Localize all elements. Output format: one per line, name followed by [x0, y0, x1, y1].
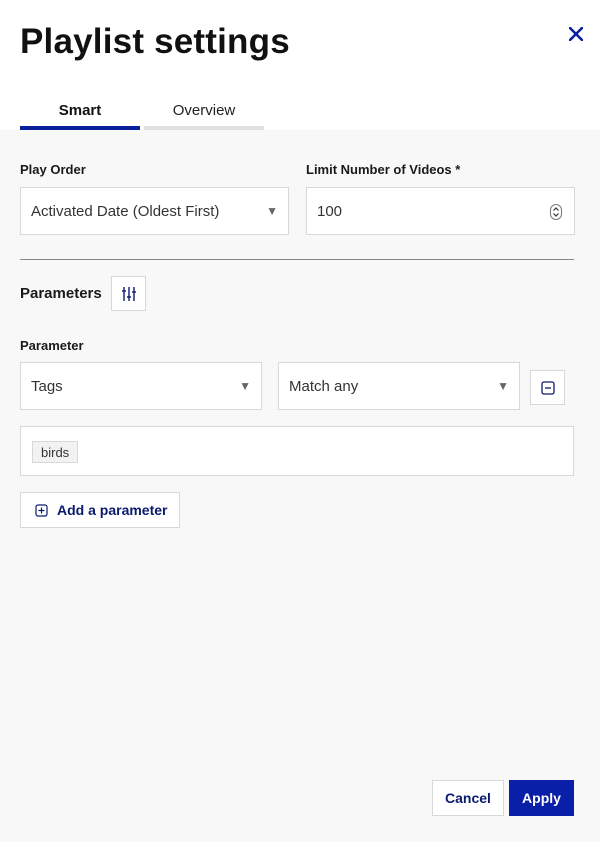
page-title: Playlist settings [20, 22, 290, 61]
cancel-button[interactable]: Cancel [432, 780, 504, 816]
plus-square-icon [35, 503, 48, 517]
limit-value: 100 [317, 202, 343, 220]
parameter-field-select[interactable]: Tags ▼ [20, 362, 262, 410]
sliders-icon [121, 286, 136, 301]
section-divider [20, 259, 574, 260]
match-mode-value: Match any [289, 377, 359, 395]
limit-input[interactable]: 100 [306, 187, 575, 235]
tag-input[interactable]: birds [20, 426, 574, 476]
parameters-settings-button[interactable] [111, 276, 146, 311]
tab-underline [144, 126, 264, 130]
tab-smart[interactable]: Smart [20, 100, 140, 130]
tab-overview[interactable]: Overview [144, 100, 264, 130]
chevron-down-icon: ▼ [497, 379, 509, 393]
close-button[interactable] [564, 22, 588, 46]
dialog-header: Playlist settings Smart Overview [0, 0, 600, 130]
stepper-icon[interactable] [550, 204, 562, 220]
tag-chip[interactable]: birds [32, 441, 79, 463]
limit-label: Limit Number of Videos * [306, 162, 461, 177]
chevron-down-icon: ▼ [239, 379, 251, 393]
close-icon [569, 27, 583, 41]
add-parameter-button[interactable]: Add a parameter [20, 492, 180, 528]
minus-square-icon [540, 380, 555, 395]
tab-active-underline [20, 126, 140, 130]
parameters-title: Parameters [20, 285, 102, 302]
match-mode-select[interactable]: Match any ▼ [278, 362, 520, 410]
tab-label: Smart [58, 102, 102, 119]
play-order-select[interactable]: Activated Date (Oldest First) ▼ [20, 187, 289, 235]
play-order-label: Play Order [20, 162, 86, 177]
apply-button[interactable]: Apply [509, 780, 574, 816]
parameter-field-value: Tags [31, 377, 63, 395]
remove-parameter-button[interactable] [530, 370, 565, 405]
play-order-value: Activated Date (Oldest First) [31, 202, 220, 220]
chevron-down-icon: ▼ [266, 204, 278, 218]
tab-label: Overview [172, 102, 236, 119]
parameter-label: Parameter [20, 338, 84, 353]
add-parameter-label: Add a parameter [57, 502, 168, 518]
